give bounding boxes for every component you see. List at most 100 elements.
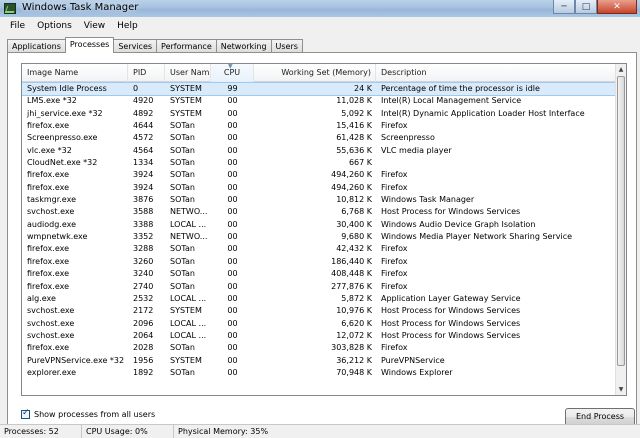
minimize-button[interactable]: ─ [553, 0, 575, 14]
process-description: Firefox [381, 121, 408, 131]
process-pid: 4920 [133, 96, 154, 106]
menu-help[interactable]: Help [111, 21, 144, 31]
process-cpu: 00 [227, 158, 238, 168]
process-cpu: 00 [227, 318, 238, 328]
process-row[interactable]: vlc.exe *32 4564 SOTan 00 55,636 K VLC media … [22, 145, 616, 157]
process-image-name: firefox.exe [27, 281, 70, 291]
window-title: Windows Task Manager [22, 2, 139, 13]
column-working-set[interactable]: Working Set (Memory) [254, 64, 376, 82]
process-row[interactable]: Screenpresso.exe 4572 SOTan 00 61,428 K Scree… [22, 132, 616, 144]
show-all-users-option[interactable]: Show processes from all users [21, 408, 155, 419]
process-row[interactable]: firefox.exe 3924 SOTan 00 494,260 K Firefox [22, 169, 616, 181]
process-row[interactable]: alg.exe 2532 LOCAL ... 00 5,872 K Application… [22, 293, 616, 305]
process-memory: 12,072 K [336, 330, 372, 340]
vertical-scrollbar[interactable]: ▲ ▼ [615, 64, 626, 395]
process-user: NETWO... [170, 207, 208, 217]
tab-performance[interactable]: Performance [156, 39, 217, 53]
process-memory: 15,416 K [336, 121, 372, 131]
process-image-name: firefox.exe [27, 343, 70, 353]
process-image-name: audiodg.exe [27, 219, 77, 229]
process-row[interactable]: firefox.exe 3924 SOTan 00 494,260 K Firefox [22, 182, 616, 194]
process-row[interactable]: firefox.exe 4644 SOTan 00 15,416 K Firefox [22, 120, 616, 132]
process-row[interactable]: explorer.exe 1892 SOTan 00 70,948 K Windows E… [22, 367, 616, 379]
process-image-name: jhi_service.exe *32 [27, 108, 103, 118]
column-image-name[interactable]: Image Name [22, 64, 128, 82]
process-memory: 10,976 K [336, 306, 372, 316]
process-image-name: firefox.exe [27, 244, 70, 254]
process-memory: 303,828 K [331, 343, 372, 353]
process-list[interactable]: Image Name PID User Name ▼ CPU Working S… [21, 63, 627, 396]
process-cpu: 00 [227, 232, 238, 242]
process-user: LOCAL ... [170, 219, 207, 229]
process-description: Host Process for Windows Services [381, 306, 521, 316]
tab-users[interactable]: Users [270, 39, 303, 53]
tab-applications[interactable]: Applications [7, 39, 66, 53]
tab-processes[interactable]: Processes [64, 37, 115, 53]
process-image-name: svchost.exe [27, 207, 75, 217]
process-row[interactable]: svchost.exe 2172 SYSTEM 00 10,976 K Host Proc… [22, 305, 616, 317]
process-row[interactable]: firefox.exe 3260 SOTan 00 186,440 K Firefox [22, 256, 616, 268]
menu-options[interactable]: Options [31, 21, 78, 31]
scroll-thumb[interactable] [617, 76, 625, 366]
process-image-name: svchost.exe [27, 306, 75, 316]
process-row[interactable]: CloudNet.exe *32 1334 SOTan 00 667 K [22, 157, 616, 169]
tab-strip: Applications Processes Services Performa… [7, 37, 303, 53]
process-row[interactable]: jhi_service.exe *32 4892 SYSTEM 00 5,092 K In… [22, 108, 616, 120]
process-row[interactable]: svchost.exe 2096 LOCAL ... 00 6,620 K Host Pr… [22, 318, 616, 330]
process-cpu: 00 [227, 343, 238, 353]
menu-view[interactable]: View [78, 21, 111, 31]
process-cpu: 00 [227, 306, 238, 316]
process-cpu: 00 [227, 281, 238, 291]
column-user-name[interactable]: User Name [165, 64, 211, 82]
process-memory: 6,768 K [341, 207, 372, 217]
process-pid: 3388 [133, 219, 154, 229]
status-physical-memory: Physical Memory: 35% [178, 427, 269, 436]
process-row[interactable]: firefox.exe 3240 SOTan 00 408,448 K Firefox [22, 268, 616, 280]
process-cpu: 00 [227, 145, 238, 155]
maximize-button[interactable]: □ [575, 0, 597, 14]
process-pid: 3260 [133, 256, 154, 266]
scroll-down-icon[interactable]: ▼ [616, 384, 626, 395]
process-description: Firefox [381, 244, 408, 254]
process-pid: 1956 [133, 355, 154, 365]
process-memory: 61,428 K [336, 133, 372, 143]
scroll-up-icon[interactable]: ▲ [616, 64, 626, 75]
process-image-name: Screenpresso.exe [27, 133, 98, 143]
process-row[interactable]: wmpnetwk.exe 3352 NETWO... 00 9,680 K Windows… [22, 231, 616, 243]
process-pid: 3288 [133, 244, 154, 254]
process-row[interactable]: firefox.exe 2740 SOTan 00 277,876 K Firefox [22, 281, 616, 293]
process-description: Firefox [381, 170, 408, 180]
column-description[interactable]: Description [376, 64, 616, 82]
process-description: Windows Audio Device Graph Isolation [381, 219, 536, 229]
column-cpu[interactable]: ▼ CPU [211, 64, 254, 82]
process-user: LOCAL ... [170, 318, 207, 328]
process-description: Intel(R) Dynamic Application Loader Host… [381, 108, 585, 118]
process-row[interactable]: svchost.exe 3588 NETWO... 00 6,768 K Host Pro… [22, 206, 616, 218]
column-pid[interactable]: PID [128, 64, 165, 82]
process-row[interactable]: taskmgr.exe 3876 SOTan 00 10,812 K Windows Ta… [22, 194, 616, 206]
process-row[interactable]: System Idle Process 0 SYSTEM 99 24 K Percenta… [22, 81, 617, 97]
process-pid: 2096 [133, 318, 154, 328]
process-cpu: 00 [227, 182, 238, 192]
process-row[interactable]: LMS.exe *32 4920 SYSTEM 00 11,028 K Intel(R) … [22, 95, 616, 107]
process-row[interactable]: audiodg.exe 3388 LOCAL ... 00 30,400 K Window… [22, 219, 616, 231]
process-memory: 186,440 K [331, 256, 372, 266]
process-user: SYSTEM [170, 355, 202, 365]
show-all-users-checkbox[interactable] [21, 408, 30, 419]
process-row[interactable]: firefox.exe 3288 SOTan 00 42,432 K Firefox [22, 243, 616, 255]
menu-file[interactable]: File [4, 21, 31, 31]
process-description: Intel(R) Local Management Service [381, 96, 522, 106]
tab-networking[interactable]: Networking [215, 39, 272, 53]
process-memory: 5,092 K [341, 108, 372, 118]
process-row[interactable]: firefox.exe 2028 SOTan 00 303,828 K Firefox [22, 342, 616, 354]
process-description [376, 157, 616, 169]
process-row[interactable]: svchost.exe 2064 LOCAL ... 00 12,072 K Host P… [22, 330, 616, 342]
processes-panel: Image Name PID User Name ▼ CPU Working S… [7, 52, 637, 432]
process-cpu: 99 [227, 84, 238, 93]
tab-services[interactable]: Services [113, 39, 158, 53]
process-description: PureVPNService [381, 355, 445, 365]
close-button[interactable]: ✕ [597, 0, 637, 14]
process-cpu: 00 [227, 256, 238, 266]
process-memory: 11,028 K [336, 96, 372, 106]
process-row[interactable]: PureVPNService.exe *32 1956 SYSTEM 00 36,212… [22, 355, 616, 367]
